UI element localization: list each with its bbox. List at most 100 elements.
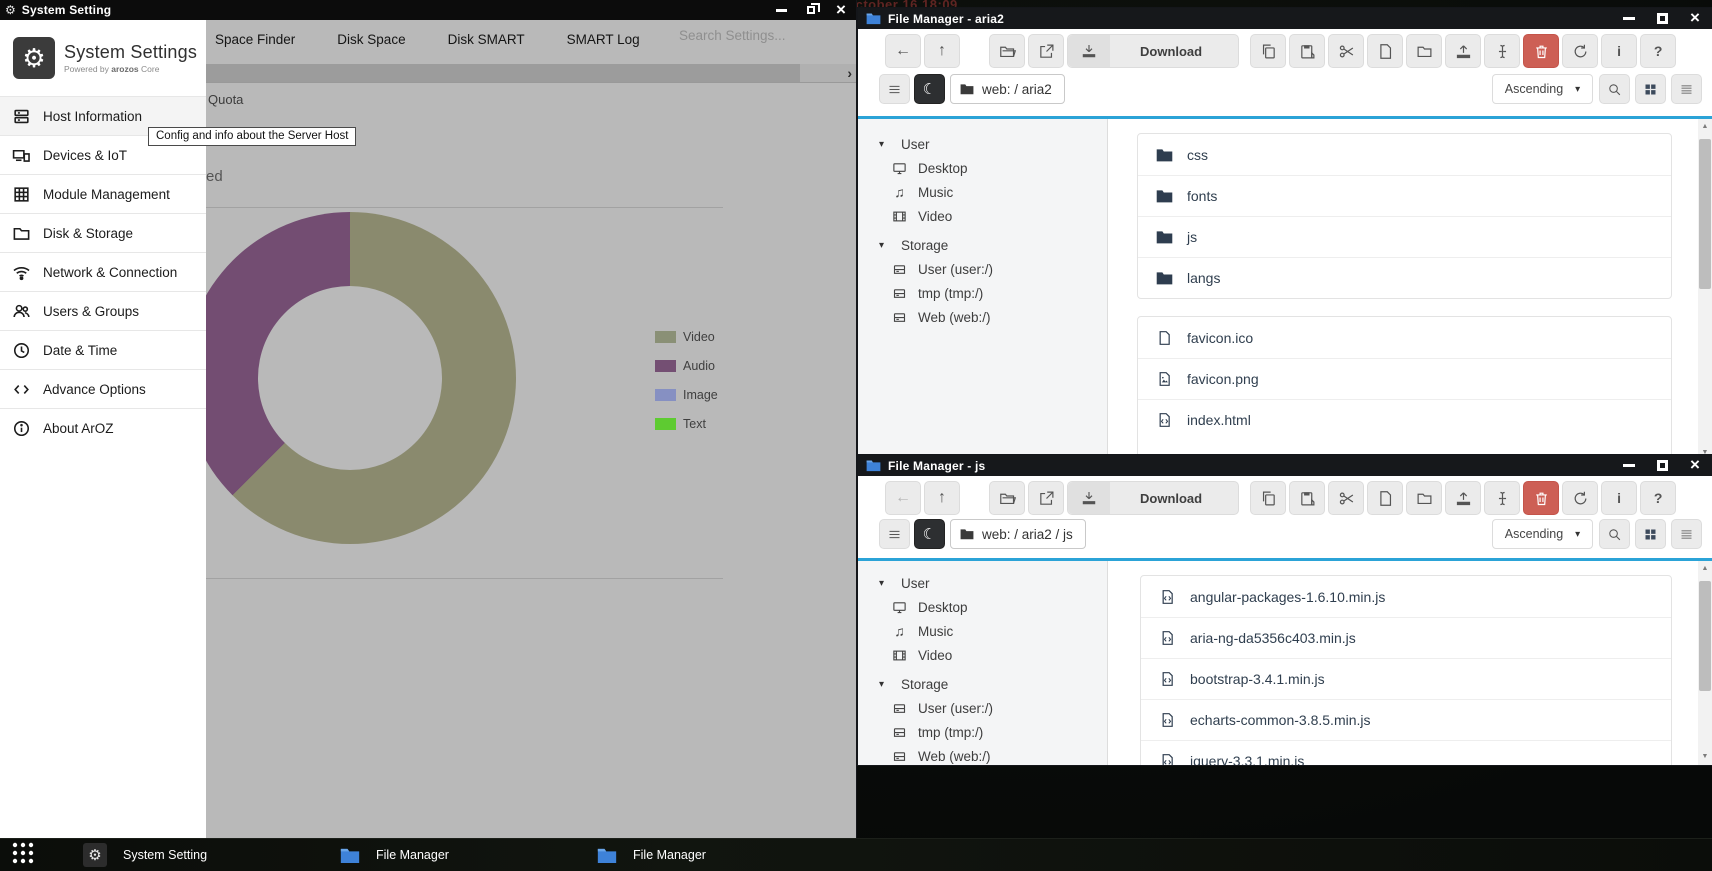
open-folder-button[interactable] [989, 481, 1025, 515]
tree-item-tmp-drive[interactable]: tmp (tmp:/) [858, 720, 1107, 744]
grid-view-button[interactable] [1635, 74, 1666, 104]
list-view-button[interactable] [1671, 74, 1702, 104]
tree-item-music[interactable]: ♫ Music [858, 180, 1107, 204]
open-external-button[interactable] [1028, 481, 1064, 515]
refresh-button[interactable] [1562, 481, 1598, 515]
open-external-button[interactable] [1028, 34, 1064, 68]
new-file-button[interactable] [1367, 481, 1403, 515]
tree-group-storage[interactable]: ▾ Storage [858, 233, 1107, 257]
delete-button[interactable] [1523, 481, 1559, 515]
new-file-button[interactable] [1367, 34, 1403, 68]
file-row-favicon-ico[interactable]: favicon.ico [1138, 317, 1671, 358]
close-icon[interactable]: × [834, 3, 848, 17]
tree-item-tmp-drive[interactable]: tmp (tmp:/) [858, 281, 1107, 305]
tree-group-user[interactable]: ▾ User [858, 571, 1107, 595]
tab-disk-smart[interactable]: Disk SMART [448, 32, 525, 47]
list-view-button[interactable] [1671, 519, 1702, 549]
file-row-index-html[interactable]: index.html [1138, 399, 1671, 440]
minimize-button[interactable] [1622, 458, 1636, 472]
tab-disk-space[interactable]: Disk Space [337, 32, 405, 47]
fm2-scrollbar[interactable]: ▲ ▼ [1698, 561, 1712, 765]
file-row-js[interactable]: js [1138, 216, 1671, 257]
delete-button[interactable] [1523, 34, 1559, 68]
scroll-up-icon[interactable]: ▲ [1698, 563, 1712, 575]
info-button[interactable]: i [1601, 481, 1637, 515]
close-icon[interactable]: × [1688, 11, 1702, 25]
scroll-down-icon[interactable]: ▼ [1698, 751, 1712, 763]
sidebar-item-advance-options[interactable]: Advance Options [0, 369, 206, 408]
tab-smart-log[interactable]: SMART Log [567, 32, 640, 47]
fm1-scrollbar[interactable]: ▲ ▼ [1698, 119, 1712, 461]
restore-button[interactable] [804, 3, 818, 17]
upload-button[interactable] [1445, 481, 1481, 515]
cut-button[interactable] [1328, 481, 1364, 515]
open-folder-button[interactable] [989, 34, 1025, 68]
tree-item-video[interactable]: Video [858, 643, 1107, 667]
sidebar-item-module-management[interactable]: Module Management [0, 174, 206, 213]
tree-item-user-drive[interactable]: User (user:/) [858, 257, 1107, 281]
copy-button[interactable] [1250, 481, 1286, 515]
tab-scrollbar[interactable]: › [206, 64, 856, 83]
maximize-button[interactable] [1655, 11, 1669, 25]
tab-space-finder[interactable]: Space Finder [215, 32, 295, 47]
grid-view-button[interactable] [1635, 519, 1666, 549]
copy-button[interactable] [1250, 34, 1286, 68]
app-launcher-button[interactable] [10, 840, 36, 871]
tree-item-desktop[interactable]: Desktop [858, 595, 1107, 619]
search-button[interactable] [1599, 519, 1630, 549]
file-row-fonts[interactable]: fonts [1138, 175, 1671, 216]
back-button[interactable]: ← [885, 481, 921, 515]
minimize-button[interactable] [774, 3, 788, 17]
theme-toggle-button[interactable]: ☾ [914, 519, 945, 549]
tree-item-web-drive[interactable]: Web (web:/) [858, 305, 1107, 329]
taskbar-item-system-setting[interactable]: ⚙ System Setting [83, 843, 293, 867]
search-button[interactable] [1599, 74, 1630, 104]
up-button[interactable]: ↑ [924, 481, 960, 515]
upload-button[interactable] [1445, 34, 1481, 68]
sidebar-item-about-aroz[interactable]: About ArOZ [0, 408, 206, 447]
sort-order-dropdown[interactable]: Ascending ▾ [1492, 519, 1593, 549]
new-folder-button[interactable] [1406, 481, 1442, 515]
breadcrumb[interactable]: web: / aria2 / js [950, 519, 1086, 549]
back-button[interactable]: ← [885, 34, 921, 68]
file-row-angular[interactable]: angular-packages-1.6.10.min.js [1141, 576, 1671, 617]
close-icon[interactable]: × [1688, 458, 1702, 472]
sidebar-item-date-time[interactable]: Date & Time [0, 330, 206, 369]
file-row-langs[interactable]: langs [1138, 257, 1671, 298]
file-row-jquery[interactable]: jquery-3.3.1.min.js [1141, 740, 1671, 765]
download-button[interactable]: Download [1067, 34, 1239, 68]
minimize-button[interactable] [1622, 11, 1636, 25]
theme-toggle-button[interactable]: ☾ [914, 74, 945, 104]
breadcrumb[interactable]: web: / aria2 [950, 74, 1065, 104]
menu-button[interactable] [879, 519, 910, 549]
scroll-up-icon[interactable]: ▲ [1698, 121, 1712, 133]
tree-item-video[interactable]: Video [858, 204, 1107, 228]
file-row-bootstrap[interactable]: bootstrap-3.4.1.min.js [1141, 658, 1671, 699]
file-row-css[interactable]: css [1138, 134, 1671, 175]
fm1-titlebar[interactable]: File Manager - aria2 × [858, 8, 1712, 29]
tab-scrollbar-thumb[interactable] [206, 64, 800, 82]
help-button[interactable]: ? [1640, 481, 1676, 515]
scrollbar-thumb[interactable] [1699, 581, 1711, 691]
refresh-button[interactable] [1562, 34, 1598, 68]
paste-button[interactable] [1289, 34, 1325, 68]
file-row-echarts[interactable]: echarts-common-3.8.5.min.js [1141, 699, 1671, 740]
tree-item-music[interactable]: ♫ Music [858, 619, 1107, 643]
sidebar-item-disk-storage[interactable]: Disk & Storage [0, 213, 206, 252]
sort-order-dropdown[interactable]: Ascending ▾ [1492, 74, 1593, 104]
rename-button[interactable] [1484, 34, 1520, 68]
cut-button[interactable] [1328, 34, 1364, 68]
tab-scroll-right-icon[interactable]: › [847, 64, 852, 82]
scrollbar-thumb[interactable] [1699, 139, 1711, 289]
search-input[interactable] [679, 28, 849, 43]
paste-button[interactable] [1289, 481, 1325, 515]
new-folder-button[interactable] [1406, 34, 1442, 68]
taskbar-item-file-manager-2[interactable]: File Manager [597, 847, 807, 864]
rename-button[interactable] [1484, 481, 1520, 515]
system-settings-titlebar[interactable]: ⚙ System Setting × [0, 0, 856, 20]
tree-group-storage[interactable]: ▾ Storage [858, 672, 1107, 696]
tree-item-web-drive[interactable]: Web (web:/) [858, 744, 1107, 765]
file-row-aria-ng[interactable]: aria-ng-da5356c403.min.js [1141, 617, 1671, 658]
file-row-favicon-png[interactable]: favicon.png [1138, 358, 1671, 399]
info-button[interactable]: i [1601, 34, 1637, 68]
